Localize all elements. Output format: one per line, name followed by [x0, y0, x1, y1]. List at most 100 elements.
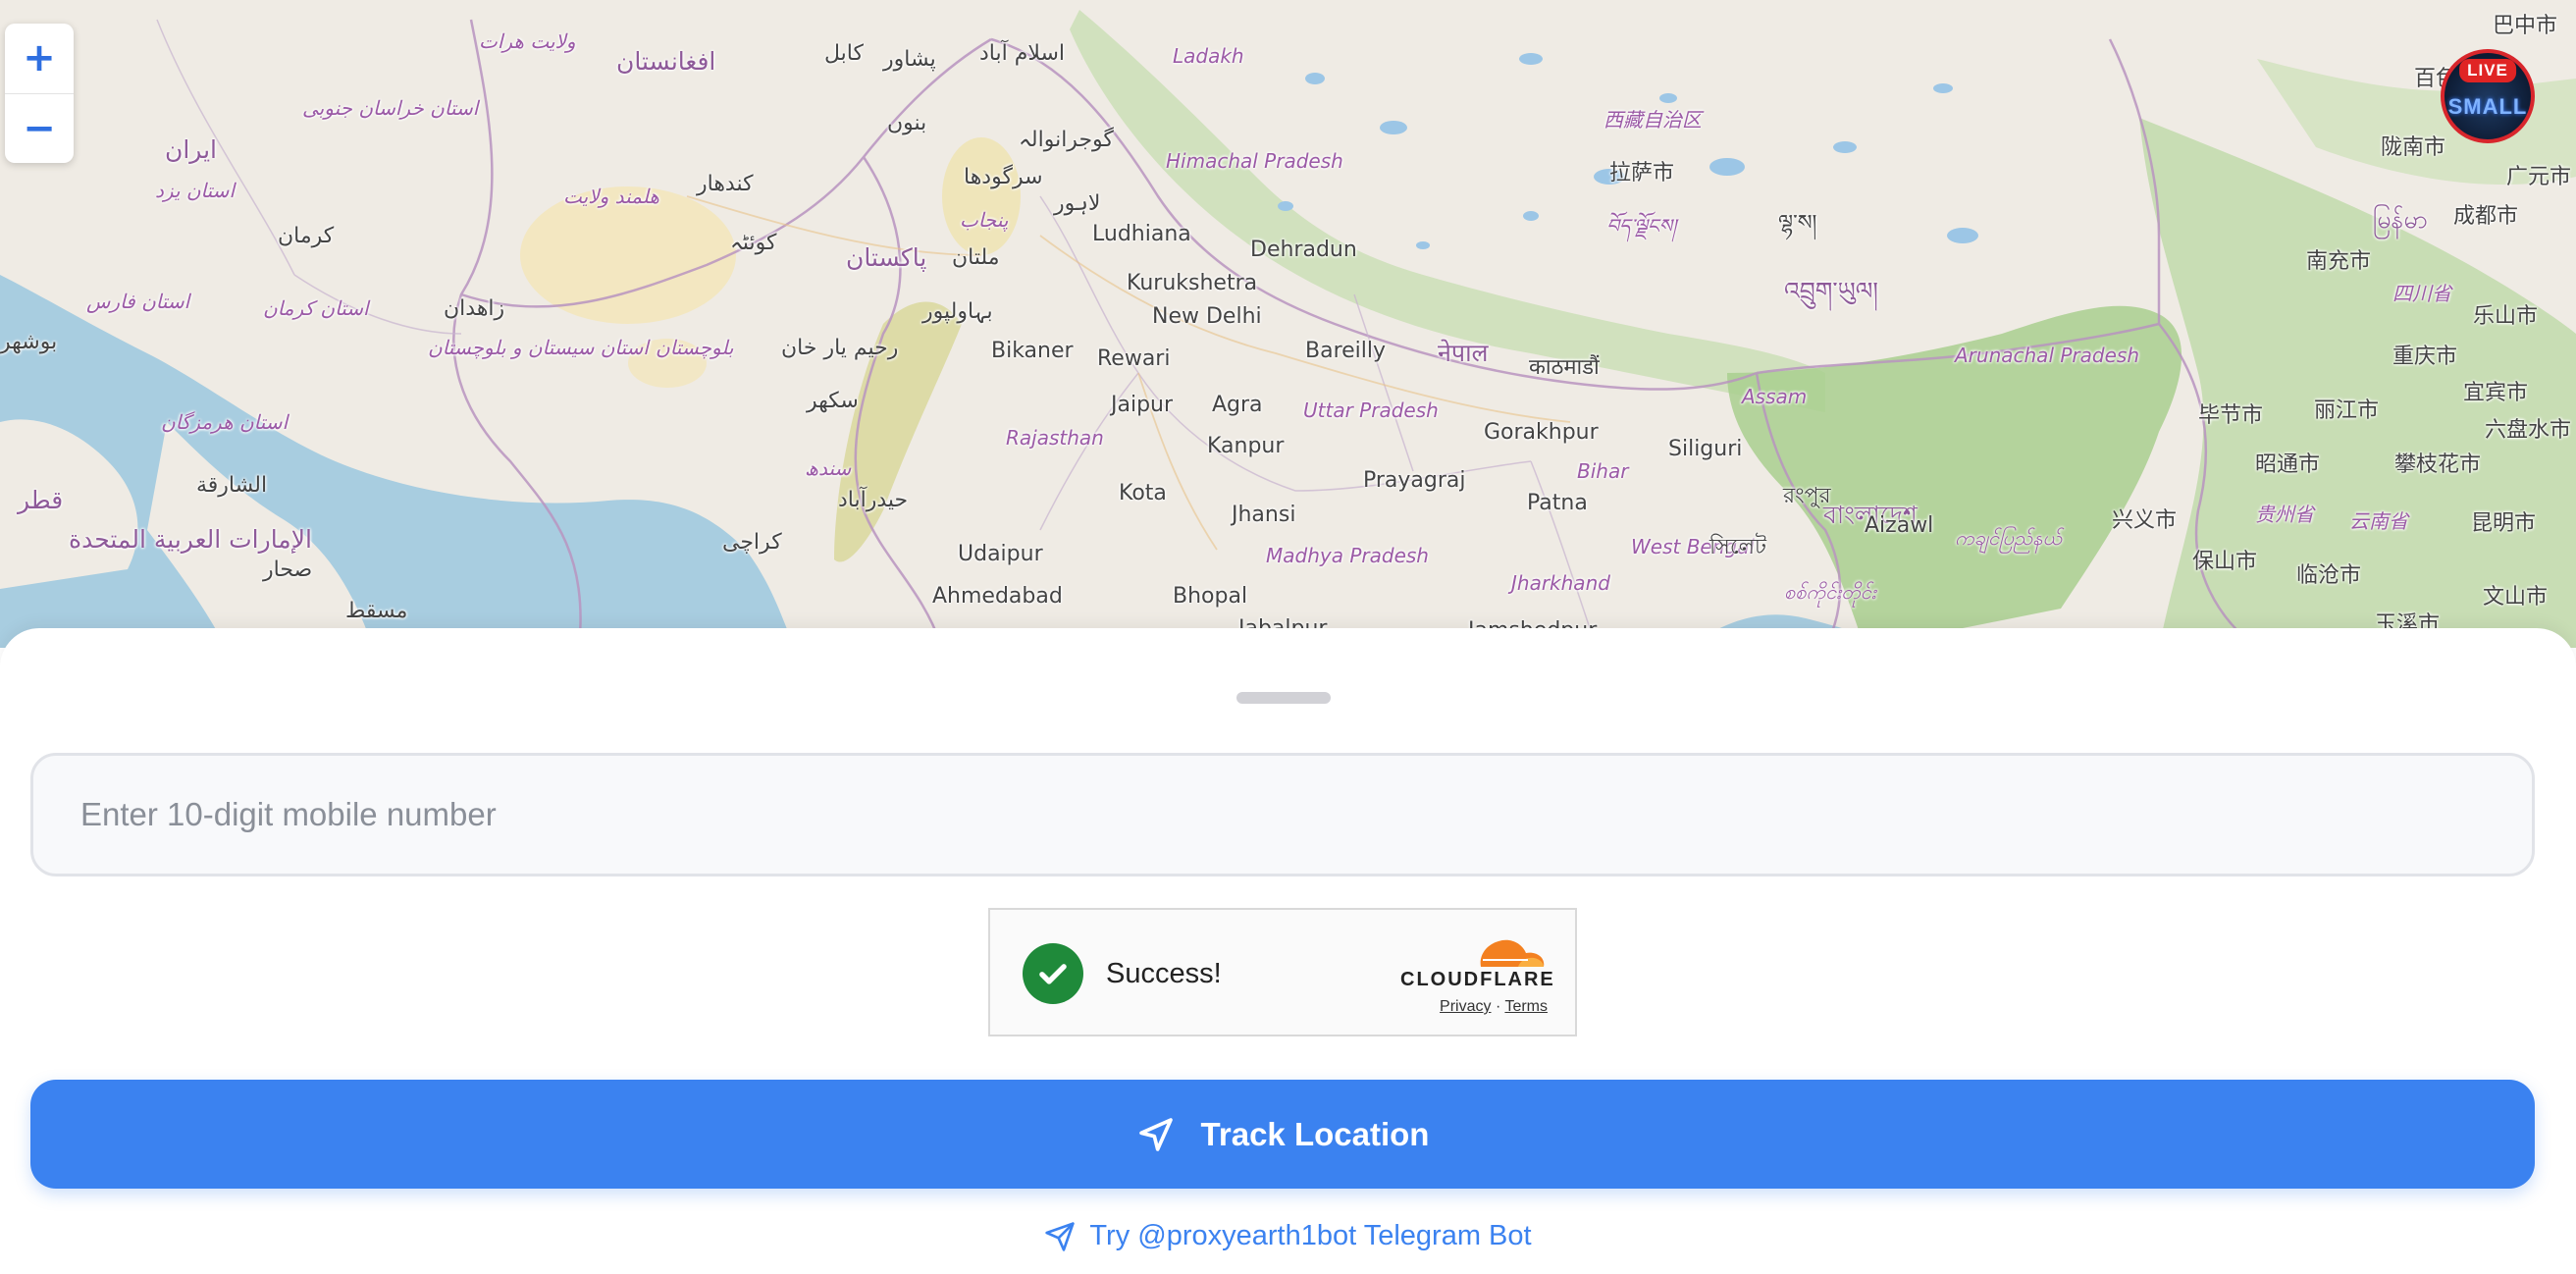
- terms-link[interactable]: Terms: [1504, 998, 1548, 1015]
- map-label-region: Madhya Pradesh: [1266, 544, 1429, 567]
- map-label-region: ကချင်ပြည်နယ်: [1955, 526, 2062, 550]
- zoom-out-button[interactable]: −: [5, 92, 74, 164]
- map-label-region: استان سیستان و بلوچستان: [428, 336, 649, 359]
- cloudflare-brand: CLOUDFLARE: [1400, 969, 1555, 990]
- map-label-city: حیدرآباد: [838, 488, 909, 512]
- map-label-city: کوئٹہ: [730, 231, 777, 255]
- map-label-region: 四川省: [2392, 282, 2451, 305]
- captcha-links: Privacy · Terms: [1400, 998, 1548, 1016]
- map-label-city: 巴中市: [2493, 14, 2558, 38]
- map-label-city: صحار: [263, 557, 313, 582]
- live-badge[interactable]: LIVE SMALL: [2441, 49, 2535, 143]
- map-label-city: 成都市: [2453, 204, 2519, 229]
- mobile-number-input[interactable]: [30, 753, 2535, 876]
- map-label-city: رحیم یار خان: [781, 336, 899, 360]
- map-label-city: کرمان: [278, 224, 335, 248]
- telegram-send-icon: [1045, 1221, 1076, 1251]
- track-location-label: Track Location: [1200, 1115, 1430, 1152]
- map-label-city: 陇南市: [2381, 135, 2446, 160]
- map-label-city: 保山市: [2192, 550, 2258, 574]
- map-label-city: काठमाडौं: [1529, 355, 1600, 380]
- map-label-city: اسلام آباد: [979, 41, 1066, 66]
- map-label-city: Siliguri: [1668, 437, 1743, 461]
- success-check-icon: [1023, 943, 1083, 1004]
- map-label-city: Dehradun: [1250, 238, 1357, 262]
- bottom-sheet: Success! CLOUDFLARE Privacy · Terms Trac…: [0, 628, 2576, 1274]
- map-label-region: بلوچستان: [656, 336, 734, 359]
- map-label-region: 云南省: [2349, 509, 2408, 533]
- map-label-city: Jaipur: [1111, 393, 1174, 417]
- zoom-in-button[interactable]: +: [5, 24, 74, 93]
- track-location-button[interactable]: Track Location: [30, 1080, 2535, 1189]
- map-label-city: 丽江市: [2314, 398, 2380, 423]
- map-label-city: کابل: [824, 41, 864, 66]
- zoom-control: + −: [5, 24, 74, 163]
- map-view[interactable]: افغانستان ایران پاکستان ولایت هرات استان خرا…: [0, 0, 2576, 648]
- map-label-city: 昆明市: [2471, 511, 2537, 536]
- map-label-country: پاکستان: [846, 243, 927, 272]
- map-label-region: هلمند ولایت: [563, 185, 659, 208]
- map-label-city: بوشهر: [0, 330, 58, 354]
- map-label-city: Bhopal: [1173, 584, 1248, 609]
- map-label-city: 攀枝花市: [2394, 452, 2482, 477]
- map-label-city: 重庆市: [2392, 345, 2458, 369]
- telegram-bot-link[interactable]: Try @proxyearth1bot Telegram Bot: [0, 1220, 2576, 1252]
- map-label-city: Aizawl: [1865, 513, 1934, 538]
- map-label-city: Patna: [1527, 491, 1588, 515]
- map-label-region: استان فارس: [86, 290, 190, 313]
- captcha-status: Success!: [1106, 958, 1222, 989]
- map-label-city: 临沧市: [2296, 563, 2362, 588]
- map-label-city: 昭通市: [2255, 452, 2321, 477]
- map-label-city: Rewari: [1097, 346, 1171, 371]
- map-label-city: সিলেট: [1709, 535, 1767, 559]
- map-label-country: नेपाल: [1438, 339, 1489, 367]
- map-label-region: Rajasthan: [1006, 426, 1104, 450]
- map-label-city: بہاولپور: [922, 299, 993, 324]
- map-label-country: မြန်မာ: [2373, 205, 2428, 234]
- map-label-city: 六盘水市: [2485, 418, 2572, 443]
- map-label-region: استان کرمان: [263, 296, 369, 320]
- map-label-city: گوجرانوالہ: [1019, 128, 1114, 152]
- map-label-city: کندهار: [697, 172, 754, 196]
- map-label-city: الشارقة: [196, 473, 268, 498]
- map-label-city: 兴义市: [2112, 508, 2178, 533]
- map-label-city: Agra: [1212, 393, 1263, 417]
- map-label-region: 贵州省: [2255, 503, 2314, 526]
- map-label-city: سرگودھا: [964, 165, 1043, 189]
- map-label-region: Jharkhand: [1511, 571, 1610, 595]
- map-label-city: 广元市: [2506, 165, 2572, 189]
- map-label-city: کراچی: [722, 530, 782, 555]
- map-label-city: Kurukshetra: [1127, 271, 1258, 295]
- map-label-region: Arunachal Pradesh: [1955, 344, 2139, 367]
- sheet-drag-handle[interactable]: [1236, 692, 1331, 704]
- map-label-region: 西藏自治区: [1603, 108, 1702, 132]
- telegram-bot-label: Try @proxyearth1bot Telegram Bot: [1089, 1220, 1532, 1251]
- map-label-region: سندھ: [805, 456, 852, 480]
- map-label-region: پنجاب: [960, 208, 1009, 232]
- map-label-city: Kota: [1119, 481, 1167, 505]
- map-label-city: لاہور: [1054, 191, 1101, 216]
- map-label-city: Ludhiana: [1092, 222, 1191, 246]
- map-label-city: Prayagraj: [1363, 468, 1466, 493]
- map-label-city: ملتان: [952, 245, 1000, 270]
- map-label-region: Assam: [1742, 385, 1808, 408]
- link-separator: ·: [1495, 998, 1501, 1015]
- map-label-city: 南充市: [2306, 249, 2372, 274]
- cloudflare-captcha-widget[interactable]: Success! CLOUDFLARE Privacy · Terms: [988, 908, 1577, 1036]
- map-label-city: Kanpur: [1207, 434, 1285, 458]
- map-label-city: Bikaner: [991, 339, 1074, 363]
- map-label-region: استان هرمزگان: [161, 410, 289, 434]
- map-label-region: Uttar Pradesh: [1303, 398, 1439, 422]
- privacy-link[interactable]: Privacy: [1440, 998, 1491, 1015]
- map-label-city: 乐山市: [2473, 304, 2539, 329]
- map-label-region: استان خراسان جنوبی: [302, 96, 479, 120]
- map-label-country: ایران: [165, 135, 218, 164]
- live-tag: LIVE: [2459, 59, 2516, 82]
- map-label-region: Bihar: [1577, 459, 1629, 483]
- map-label-city: Bareilly: [1305, 339, 1387, 363]
- map-label-city: 毕节市: [2198, 403, 2264, 428]
- map-label-country: الإمارات العربية المتحدة: [69, 525, 312, 554]
- map-label-city: بنوں: [887, 111, 927, 135]
- map-label-city: زاهدان: [444, 296, 505, 321]
- map-label-country: افغانستان: [616, 47, 716, 76]
